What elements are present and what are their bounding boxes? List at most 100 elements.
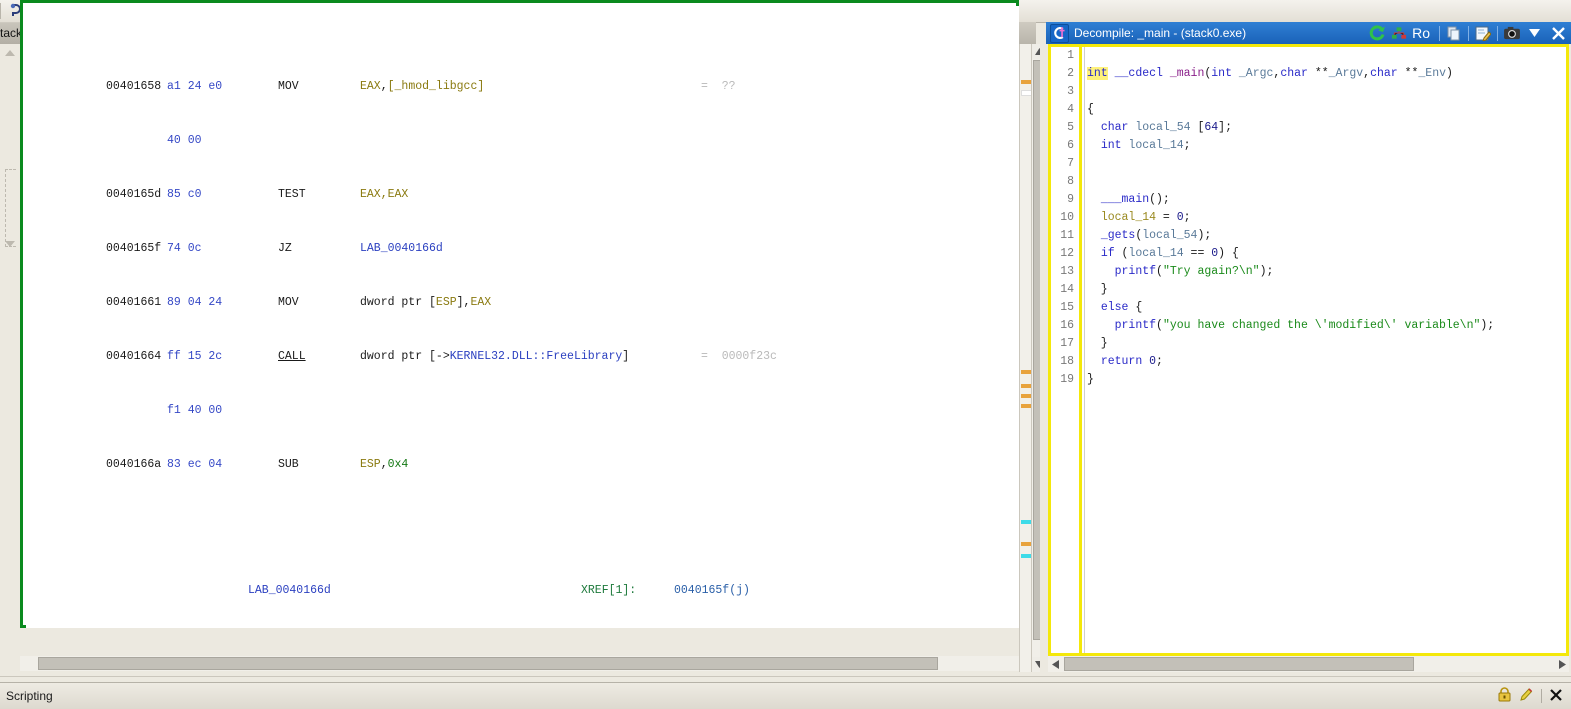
row-address: 00401664 bbox=[106, 348, 161, 366]
overview-marker bbox=[1021, 554, 1031, 558]
decompiler-content[interactable]: 1 2 3 4 5 6 7 8 9 10 11 12 13 14 15 16 1 bbox=[1051, 47, 1566, 653]
hscroll-right-arrow-icon[interactable] bbox=[1555, 657, 1569, 671]
row-mnemonic: MOV bbox=[278, 78, 299, 96]
listing-panel[interactable]: 00401658 a1 24 e0 MOV EAX,[_hmod_libgcc]… bbox=[20, 0, 1019, 628]
close-x-icon[interactable] bbox=[1545, 23, 1571, 43]
row-operands: EAX,EAX bbox=[360, 186, 408, 204]
row-bytes-cont: f1 40 00 bbox=[167, 402, 222, 420]
line-number: 8 bbox=[1051, 173, 1077, 191]
listing-row[interactable]: 00401661 89 04 24 MOV dword ptr [ESP],EA… bbox=[26, 294, 1019, 312]
row-address: 0040166a bbox=[106, 456, 161, 474]
disassembly-code: 00401658 a1 24 e0 MOV EAX,[_hmod_libgcc]… bbox=[26, 6, 1019, 628]
lock-icon[interactable] bbox=[1497, 687, 1512, 705]
code-line[interactable] bbox=[1087, 47, 1566, 65]
code-line[interactable]: local_14 = 0; bbox=[1087, 209, 1566, 227]
listing-horizontal-scrollbar[interactable] bbox=[20, 656, 1019, 671]
title-separator bbox=[1497, 26, 1498, 41]
xref-value[interactable]: 0040165f(j) bbox=[674, 582, 750, 600]
line-number: 14 bbox=[1051, 281, 1077, 299]
decompiler-gutter-separator bbox=[1084, 47, 1085, 653]
code-line[interactable]: else { bbox=[1087, 299, 1566, 317]
line-number: 9 bbox=[1051, 191, 1077, 209]
line-number: 1 bbox=[1051, 47, 1077, 65]
line-number: 17 bbox=[1051, 335, 1077, 353]
hscroll-left-arrow-icon[interactable] bbox=[1048, 657, 1062, 671]
status-text: Scripting bbox=[6, 689, 53, 703]
ghidra-window: 01 bbox=[0, 0, 1571, 708]
code-line[interactable]: printf("Try again?\n"); bbox=[1087, 263, 1566, 281]
flow-arrow-down-icon bbox=[5, 241, 15, 247]
row-operand-label[interactable]: LAB_0040166d bbox=[360, 240, 443, 258]
code-line[interactable] bbox=[1087, 155, 1566, 173]
code-line[interactable]: int __cdecl _main(int _Argc,char **_Argv… bbox=[1087, 65, 1566, 83]
line-number: 10 bbox=[1051, 209, 1077, 227]
code-line[interactable]: char local_54 [64]; bbox=[1087, 119, 1566, 137]
row-bytes: ff 15 2c bbox=[167, 348, 222, 366]
row-address: 0040165f bbox=[106, 240, 161, 258]
listing-row-blank bbox=[26, 510, 1019, 528]
function-graph-icon[interactable] bbox=[1388, 23, 1410, 43]
row-trailing-comment: = 0000f23c bbox=[701, 348, 777, 366]
decompiler-dropdown-caret[interactable] bbox=[1523, 23, 1545, 43]
line-number: 15 bbox=[1051, 299, 1077, 317]
code-line[interactable]: } bbox=[1087, 371, 1566, 389]
row-operands: EAX,[_hmod_libgcc] bbox=[360, 78, 484, 96]
code-line[interactable]: printf("you have changed the \'modified\… bbox=[1087, 317, 1566, 335]
code-line[interactable] bbox=[1087, 173, 1566, 191]
flow-arrow-up-icon bbox=[5, 50, 15, 56]
camera-icon[interactable] bbox=[1501, 23, 1523, 43]
code-line[interactable] bbox=[1087, 83, 1566, 101]
row-bytes: 83 ec 04 bbox=[167, 456, 222, 474]
code-line[interactable]: } bbox=[1087, 335, 1566, 353]
code-line[interactable]: return 0; bbox=[1087, 353, 1566, 371]
line-number: 5 bbox=[1051, 119, 1077, 137]
row-mnemonic: SUB bbox=[278, 456, 299, 474]
xref-label: XREF[1]: bbox=[581, 582, 636, 600]
row-bytes: 74 0c bbox=[167, 240, 202, 258]
row-bytes: a1 24 e0 bbox=[167, 78, 222, 96]
listing-row[interactable]: 00401658 a1 24 e0 MOV EAX,[_hmod_libgcc]… bbox=[26, 78, 1019, 96]
code-line[interactable]: int local_14; bbox=[1087, 137, 1566, 155]
copy-icon[interactable] bbox=[1443, 23, 1465, 43]
decompiler-function-bar bbox=[1079, 47, 1082, 653]
decompiler-code-frame[interactable]: 1 2 3 4 5 6 7 8 9 10 11 12 13 14 15 16 1 bbox=[1048, 44, 1569, 656]
listing-label[interactable]: LAB_0040166d bbox=[248, 582, 331, 600]
line-number: 19 bbox=[1051, 371, 1077, 389]
listing-content[interactable]: 00401658 a1 24 e0 MOV EAX,[_hmod_libgcc]… bbox=[26, 6, 1019, 628]
hscroll-track[interactable] bbox=[1062, 657, 1555, 671]
refresh-green-icon[interactable] bbox=[1366, 23, 1388, 43]
listing-flow-gutter bbox=[0, 44, 20, 672]
overview-marker bbox=[1021, 384, 1031, 388]
decompiler-panel: Decompile: _main - (stack0.exe) Ro bbox=[1046, 22, 1571, 676]
line-number: 18 bbox=[1051, 353, 1077, 371]
listing-hscroll-thumb[interactable] bbox=[38, 657, 938, 670]
edit-pencil-icon[interactable] bbox=[1519, 687, 1534, 705]
close-x-icon[interactable] bbox=[1549, 688, 1563, 705]
row-mnemonic[interactable]: CALL bbox=[278, 348, 306, 366]
code-line[interactable]: ___main(); bbox=[1087, 191, 1566, 209]
line-number: 2 bbox=[1051, 65, 1077, 83]
decompiler-hscroll-thumb[interactable] bbox=[1064, 657, 1414, 671]
edit-icon[interactable] bbox=[1472, 23, 1494, 43]
row-bytes-cont: 40 00 bbox=[167, 132, 202, 150]
code-line[interactable]: { bbox=[1087, 101, 1566, 119]
code-line[interactable]: if (local_14 == 0) { bbox=[1087, 245, 1566, 263]
toolbar-separator bbox=[0, 3, 1, 19]
decompiler-horizontal-scrollbar[interactable] bbox=[1048, 656, 1569, 672]
row-operands: dword ptr [ESP],EAX bbox=[360, 294, 491, 312]
decompiler-title-bar[interactable]: Decompile: _main - (stack0.exe) Ro bbox=[1046, 22, 1571, 44]
listing-row[interactable]: 40 00 bbox=[26, 132, 1019, 150]
listing-row[interactable]: 0040165d 85 c0 TEST EAX,EAX bbox=[26, 186, 1019, 204]
listing-label-row[interactable]: LAB_0040166d XREF[1]: 0040165f(j) bbox=[26, 582, 1019, 600]
overview-marker bbox=[1021, 520, 1031, 524]
listing-row[interactable]: 0040165f 74 0c JZ LAB_0040166d bbox=[26, 240, 1019, 258]
decompiler-code[interactable]: int __cdecl _main(int _Argc,char **_Argv… bbox=[1087, 47, 1566, 389]
code-line[interactable]: _gets(local_54); bbox=[1087, 227, 1566, 245]
listing-row[interactable]: f1 40 00 bbox=[26, 402, 1019, 420]
title-separator bbox=[1439, 26, 1440, 41]
flow-connector-line bbox=[5, 169, 16, 247]
code-line[interactable]: } bbox=[1087, 281, 1566, 299]
listing-row[interactable]: 00401664 ff 15 2c CALL dword ptr [->KERN… bbox=[26, 348, 1019, 366]
listing-row[interactable]: 0040166a 83 ec 04 SUB ESP,0x4 bbox=[26, 456, 1019, 474]
row-bytes: 89 04 24 bbox=[167, 294, 222, 312]
